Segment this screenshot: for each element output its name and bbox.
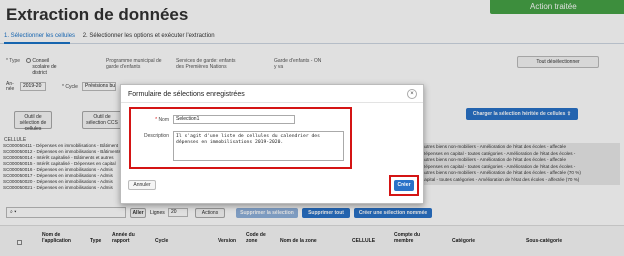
name-input[interactable]: Selection1: [173, 115, 295, 124]
cancel-button[interactable]: Annuler: [128, 180, 156, 190]
dialog-header: Formulaire de sélections enregistrées ×: [121, 85, 423, 103]
description-textarea[interactable]: Il s'agit d'une liste de cellules du cal…: [173, 131, 344, 161]
name-label: * Nom: [155, 117, 169, 123]
close-icon[interactable]: ×: [407, 89, 417, 99]
dialog-title: Formulaire de sélections enregistrées: [128, 91, 245, 98]
saved-selections-dialog: Formulaire de sélections enregistrées × …: [120, 84, 424, 204]
description-label: Description: [143, 133, 169, 139]
create-button[interactable]: Créer: [394, 180, 414, 191]
